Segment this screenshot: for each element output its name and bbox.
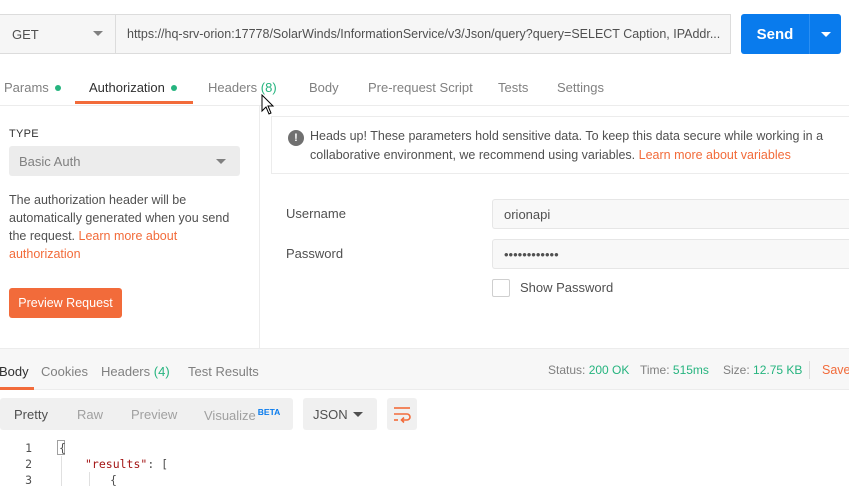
- indicator-dot: [54, 85, 61, 91]
- format-select[interactable]: JSON: [303, 398, 377, 430]
- tab-cookies[interactable]: Cookies: [41, 364, 88, 379]
- view-pretty[interactable]: Pretty: [14, 407, 48, 422]
- status-label: Status:: [548, 363, 586, 377]
- response-body-code[interactable]: 1 { 2 "results": [ 3 {: [0, 440, 849, 486]
- tab-headers-label: Headers: [208, 80, 258, 95]
- tab-pre-request-script[interactable]: Pre-request Script: [368, 80, 473, 95]
- line-number: 3: [25, 473, 32, 486]
- time-label: Time:: [640, 363, 670, 377]
- auth-type-select[interactable]: Basic Auth: [9, 146, 240, 176]
- notice-text: Heads up! These parameters hold sensitiv…: [310, 127, 840, 165]
- size-readout: Size: 12.75 KB: [723, 363, 802, 377]
- status-readout: Status: 200 OK: [548, 363, 629, 377]
- view-raw[interactable]: Raw: [77, 407, 103, 422]
- mouse-cursor-icon: [261, 94, 275, 115]
- view-visualize-label: Visualize: [204, 408, 256, 423]
- chevron-down-icon: [216, 159, 226, 164]
- send-button[interactable]: Send: [741, 14, 841, 54]
- username-input[interactable]: orionapi: [492, 199, 849, 229]
- method-select[interactable]: GET: [0, 15, 116, 53]
- password-input[interactable]: ••••••••••••: [492, 239, 849, 269]
- learn-more-variables-link[interactable]: Learn more about variables: [639, 148, 791, 162]
- send-dropdown[interactable]: [810, 31, 841, 37]
- status-value: 200 OK: [588, 363, 630, 377]
- chevron-down-icon: [820, 31, 831, 37]
- line-number: 2: [25, 457, 32, 471]
- auth-description: The authorization header will be automat…: [9, 191, 249, 263]
- tab-params[interactable]: Params: [4, 80, 61, 95]
- indicator-dot: [170, 85, 177, 91]
- tab-response-headers[interactable]: Headers (4): [101, 364, 170, 379]
- tab-tests[interactable]: Tests: [498, 80, 528, 95]
- line-number: 1: [25, 441, 32, 455]
- show-password-checkbox[interactable]: [492, 279, 510, 297]
- auth-type-panel: TYPE Basic Auth The authorization header…: [0, 106, 260, 348]
- info-icon: !: [288, 130, 304, 146]
- beta-badge: BETA: [257, 407, 281, 417]
- tab-authorization[interactable]: Authorization: [89, 80, 177, 95]
- code-line: {: [110, 473, 117, 486]
- request-url-bar: GET https://hq-srv-orion:17778/SolarWind…: [0, 14, 731, 54]
- tab-response-headers-label: Headers: [101, 364, 151, 379]
- json-key: "results": [85, 457, 148, 471]
- chevron-down-icon: [353, 412, 363, 417]
- active-tab-indicator: [75, 101, 193, 104]
- divider: [809, 361, 810, 379]
- tab-headers[interactable]: Headers (8): [208, 80, 277, 95]
- url-input[interactable]: https://hq-srv-orion:17778/SolarWinds/In…: [116, 15, 730, 53]
- wrap-lines-icon: [394, 407, 411, 424]
- tab-test-results[interactable]: Test Results: [188, 364, 259, 379]
- indent-guide: [89, 472, 90, 486]
- chevron-down-icon: [93, 31, 103, 36]
- method-label: GET: [12, 26, 39, 42]
- tab-authorization-label: Authorization: [89, 80, 165, 95]
- send-button-label: Send: [756, 25, 794, 43]
- json-punctuation: : [: [147, 457, 169, 471]
- sensitive-data-notice: ! Heads up! These parameters hold sensit…: [271, 116, 849, 174]
- view-visualize[interactable]: Visualize BETA: [204, 407, 280, 423]
- code-line: "results": [: [85, 457, 168, 471]
- response-headers-count: (4): [153, 364, 170, 379]
- wrap-lines-button[interactable]: [387, 398, 417, 430]
- size-label: Size:: [723, 363, 750, 377]
- time-value: 515ms: [672, 363, 709, 377]
- auth-type-label: TYPE: [9, 128, 39, 140]
- format-select-value: JSON: [313, 406, 348, 422]
- active-response-tab-indicator: [0, 387, 34, 390]
- response-tabs: Body Cookies Headers (4) Test Results St…: [0, 348, 849, 390]
- view-mode-group: Pretty Raw Preview Visualize BETA: [0, 398, 293, 430]
- size-value: 12.75 KB: [753, 363, 803, 377]
- indent-guide: [61, 456, 62, 486]
- username-label: Username: [286, 206, 346, 221]
- tab-response-body[interactable]: Body: [0, 364, 29, 379]
- preview-request-button[interactable]: Preview Request: [9, 288, 122, 318]
- time-readout: Time: 515ms: [640, 363, 709, 377]
- tab-settings[interactable]: Settings: [557, 80, 604, 95]
- headers-count: (8): [260, 80, 277, 95]
- auth-type-value: Basic Auth: [19, 153, 81, 169]
- password-label: Password: [286, 246, 344, 261]
- code-line: {: [59, 441, 66, 455]
- tab-body[interactable]: Body: [309, 80, 339, 95]
- save-response-button[interactable]: Save: [822, 363, 849, 377]
- tab-params-label: Params: [4, 80, 49, 95]
- view-preview[interactable]: Preview: [131, 407, 177, 422]
- show-password-label[interactable]: Show Password: [520, 280, 613, 295]
